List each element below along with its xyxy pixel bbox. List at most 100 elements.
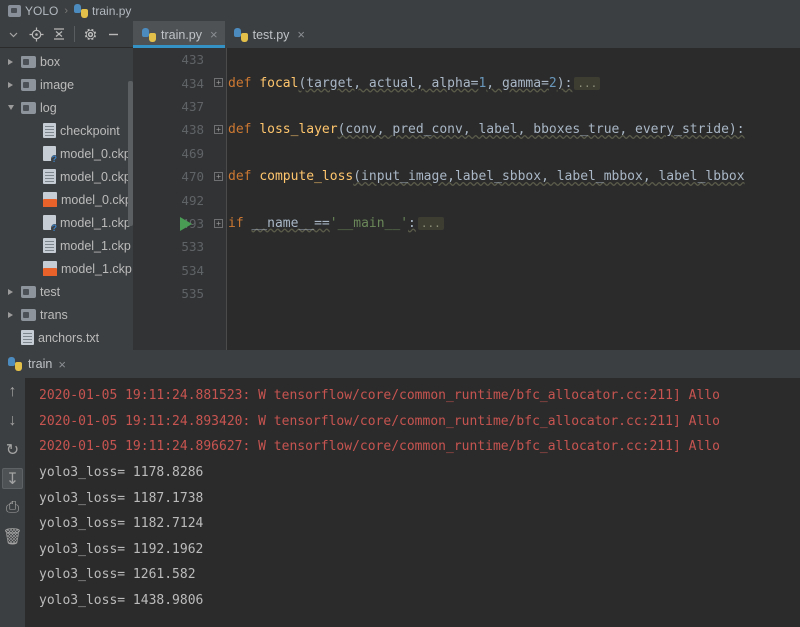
- fold-toggle-icon[interactable]: +: [214, 172, 223, 181]
- fold-toggle-icon[interactable]: +: [214, 218, 223, 228]
- folded-code-placeholder[interactable]: ...: [574, 76, 601, 90]
- close-icon[interactable]: ×: [58, 357, 66, 372]
- tree-item-box[interactable]: box: [0, 50, 133, 73]
- tree-item-label: model_1.ckp: [60, 215, 131, 230]
- close-icon[interactable]: ×: [297, 27, 305, 42]
- scroll-to-end-icon[interactable]: ↧: [2, 468, 23, 489]
- editor-tab-train-py[interactable]: train.py ×: [133, 21, 225, 48]
- folder-icon: [21, 285, 36, 298]
- file-binary-icon: [43, 261, 57, 276]
- chevron-right-icon[interactable]: [8, 311, 13, 318]
- chevron-down-icon[interactable]: [7, 105, 14, 110]
- code-token: '__main__': [329, 215, 409, 231]
- code-area[interactable]: 433 434 437 438 469 470 492 493 533 534 535 + + + + d…: [133, 48, 800, 350]
- tree-item-model-0-ckp[interactable]: model_0.ckp: [0, 188, 133, 211]
- tree-item-label: image: [40, 77, 75, 92]
- breadcrumb-project[interactable]: YOLO: [8, 4, 58, 18]
- file-unknown-icon: [43, 146, 58, 164]
- line-number: 438: [181, 122, 204, 138]
- tree-twisty[interactable]: [4, 81, 17, 88]
- tree-item-model-1-ckp[interactable]: model_1.ckp: [0, 257, 133, 280]
- rerun-up-icon[interactable]: ↑: [2, 381, 23, 402]
- editor-tabbar: train.py × test.py ×: [133, 21, 800, 48]
- tree-item-label: log: [40, 100, 57, 115]
- console-warning-line: 2020-01-05 19:11:24.896627: W tensorflow…: [39, 439, 720, 455]
- module-icon: [8, 4, 21, 17]
- tree-item-label: model_0.ckp: [60, 169, 131, 184]
- tree-item-test[interactable]: test: [0, 280, 133, 303]
- editor-tab-test-py[interactable]: test.py ×: [225, 21, 312, 48]
- folder-icon: [21, 101, 36, 114]
- tree-twisty[interactable]: [4, 58, 17, 65]
- line-number: 535: [181, 286, 204, 302]
- tree-item-image[interactable]: image: [0, 73, 133, 96]
- close-icon[interactable]: ×: [210, 27, 218, 42]
- console-body: ↑ ↓ ↻ ↧ ⎙ 🗑 2020-01-05 19:11:24.881523: W ten…: [0, 378, 800, 627]
- print-icon[interactable]: ⎙: [2, 497, 23, 518]
- locate-icon[interactable]: [25, 23, 47, 45]
- editor-tab-label: train.py: [161, 27, 202, 42]
- stop-down-icon[interactable]: ↓: [2, 410, 23, 431]
- file-icon: [43, 238, 56, 253]
- collapse-all-icon[interactable]: [48, 23, 70, 45]
- hide-panel-icon[interactable]: [102, 23, 124, 45]
- tree-twisty[interactable]: [4, 288, 17, 295]
- file-binary-icon: [43, 192, 57, 207]
- ide-window: YOLO › train.py box image log checkpoint…: [0, 0, 800, 627]
- console-warning-line: 2020-01-05 19:11:24.881523: W tensorflow…: [39, 388, 720, 404]
- code-token: (conv, pred_conv, label, bboxes_true, ev…: [337, 122, 745, 138]
- tree-item-anchors-txt[interactable]: anchors.txt: [0, 326, 133, 349]
- chevron-right-icon[interactable]: [8, 58, 13, 65]
- code-token: , gamma=: [486, 75, 549, 91]
- console-output[interactable]: 2020-01-05 19:11:24.881523: W tensorflow…: [25, 378, 800, 627]
- code-token: 2: [548, 75, 557, 91]
- main-split: box image logcheckpoint model_0.ckp model_0.…: [0, 21, 800, 350]
- console-tab-label[interactable]: train: [28, 357, 52, 371]
- tree-item-checkpoint[interactable]: checkpoint: [0, 119, 133, 142]
- console-output-line: yolo3_loss= 1438.9806: [39, 593, 204, 609]
- line-number: 534: [181, 262, 204, 278]
- run-gutter-icon[interactable]: [180, 216, 192, 231]
- folder-icon: [21, 308, 36, 321]
- tree-item-log[interactable]: log: [0, 96, 133, 119]
- tree-item-trans[interactable]: trans: [0, 303, 133, 326]
- file-unknown-icon: [43, 215, 58, 233]
- trash-icon[interactable]: 🗑: [2, 526, 23, 547]
- editor-tab-label: test.py: [252, 27, 290, 42]
- line-number-gutter: 433 434 437 438 469 470 492 493 533 534 535: [133, 48, 211, 350]
- folded-code-placeholder[interactable]: ...: [417, 216, 444, 230]
- toolbar-divider: [74, 26, 75, 42]
- line-number: 492: [181, 192, 204, 208]
- tree-twisty[interactable]: [4, 311, 17, 318]
- project-tree: box image logcheckpoint model_0.ckp model_0.…: [0, 48, 133, 349]
- breadcrumb-file[interactable]: train.py: [74, 3, 131, 18]
- tree-item-model-0-ckp[interactable]: model_0.ckp: [0, 165, 133, 188]
- line-number: 433: [181, 52, 204, 68]
- tree-item-model-1-ckp[interactable]: model_1.ckp: [0, 211, 133, 234]
- console-tabbar: train ×: [0, 350, 800, 378]
- code-token: (input_image,label_sbbox, label_mbbox, l…: [353, 169, 745, 185]
- code-line: def loss_layer (conv, pred_conv, label, b…: [228, 118, 800, 141]
- code-token: if: [228, 215, 252, 231]
- folder-icon: [21, 78, 36, 91]
- tree-twisty[interactable]: [4, 105, 17, 110]
- code-token: loss_layer: [259, 122, 338, 138]
- chevron-right-icon[interactable]: [8, 288, 13, 295]
- code-token: __name__==: [251, 215, 330, 231]
- fold-toggle-icon[interactable]: +: [214, 125, 223, 135]
- file-icon: [43, 169, 56, 184]
- tree-item-label: model_1.ckp: [61, 261, 132, 276]
- settings-gear-icon[interactable]: [79, 23, 101, 45]
- rerun-loop-icon[interactable]: ↻: [2, 439, 23, 460]
- chevron-right-icon[interactable]: [8, 81, 13, 88]
- tree-item-model-0-ckp[interactable]: model_0.ckp: [0, 142, 133, 165]
- fold-toggle-icon[interactable]: +: [214, 78, 223, 88]
- breadcrumb: YOLO › train.py: [0, 0, 800, 21]
- chevron-down-icon[interactable]: [2, 23, 24, 45]
- line-number: 434: [181, 75, 204, 91]
- tree-item-model-1-ckp[interactable]: model_1.ckp: [0, 234, 133, 257]
